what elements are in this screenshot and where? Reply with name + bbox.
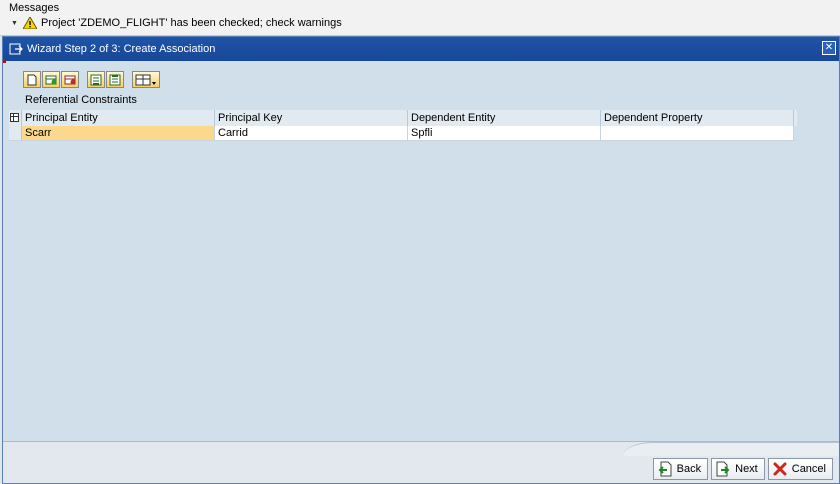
messages-title: Messages — [9, 2, 60, 14]
back-button[interactable]: Back — [652, 458, 709, 480]
expand-triangle-icon[interactable]: ▼ — [11, 20, 19, 27]
dialog-title: Wizard Step 2 of 3: Create Association — [27, 43, 216, 55]
insert-row-icon[interactable] — [42, 71, 60, 88]
cancel-icon — [772, 461, 788, 477]
message-row[interactable]: ▼ Project 'ZDEMO_FLIGHT' has been checke… — [11, 16, 342, 30]
next-button[interactable]: Next — [711, 458, 765, 480]
cell-dependent-property[interactable] — [601, 126, 794, 140]
delete-row-icon[interactable] — [61, 71, 79, 88]
footer-curve — [623, 442, 839, 456]
corner-marker — [3, 60, 6, 63]
column-header-dependent-entity[interactable]: Dependent Entity — [408, 110, 601, 126]
select-all-icon[interactable] — [87, 71, 105, 88]
cell-principal-entity[interactable]: Scarr — [22, 126, 215, 140]
next-icon — [715, 461, 731, 477]
back-label: Back — [676, 463, 702, 475]
column-header-principal-key[interactable]: Principal Key — [215, 110, 408, 126]
cell-dependent-entity[interactable]: Spfli — [408, 126, 601, 140]
messages-panel: Messages ▼ Project 'ZDEMO_FLIGHT' has be… — [0, 0, 840, 36]
row-selector[interactable] — [9, 126, 22, 140]
dialog-titlebar: Wizard Step 2 of 3: Create Association ✕ — [3, 37, 839, 61]
back-icon — [657, 461, 673, 477]
layout-menu-icon[interactable] — [132, 71, 160, 88]
section-label: Referential Constraints — [25, 94, 137, 106]
footer-buttons: Back Next Cancel — [652, 458, 833, 480]
cancel-button[interactable]: Cancel — [767, 458, 833, 480]
next-label: Next — [735, 463, 758, 475]
table-row: Scarr Carrid Spfli — [9, 126, 797, 141]
deselect-all-icon[interactable] — [106, 71, 124, 88]
table-settings-icon[interactable] — [9, 110, 22, 126]
cancel-label: Cancel — [791, 463, 826, 475]
constraints-table: Principal Entity Principal Key Dependent… — [9, 110, 797, 141]
dialog-icon — [9, 42, 23, 56]
table-header: Principal Entity Principal Key Dependent… — [9, 110, 797, 126]
warning-icon — [22, 16, 38, 30]
dialog-footer: Back Next Cancel — [3, 441, 839, 483]
column-header-principal-entity[interactable]: Principal Entity — [22, 110, 215, 126]
close-icon[interactable]: ✕ — [822, 41, 836, 55]
message-text: Project 'ZDEMO_FLIGHT' has been checked;… — [41, 17, 342, 29]
cell-principal-key[interactable]: Carrid — [215, 126, 408, 140]
column-header-dependent-property[interactable]: Dependent Property — [601, 110, 794, 126]
wizard-dialog: Wizard Step 2 of 3: Create Association ✕… — [2, 36, 840, 484]
new-row-icon[interactable] — [23, 71, 41, 88]
table-toolbar — [23, 71, 160, 88]
